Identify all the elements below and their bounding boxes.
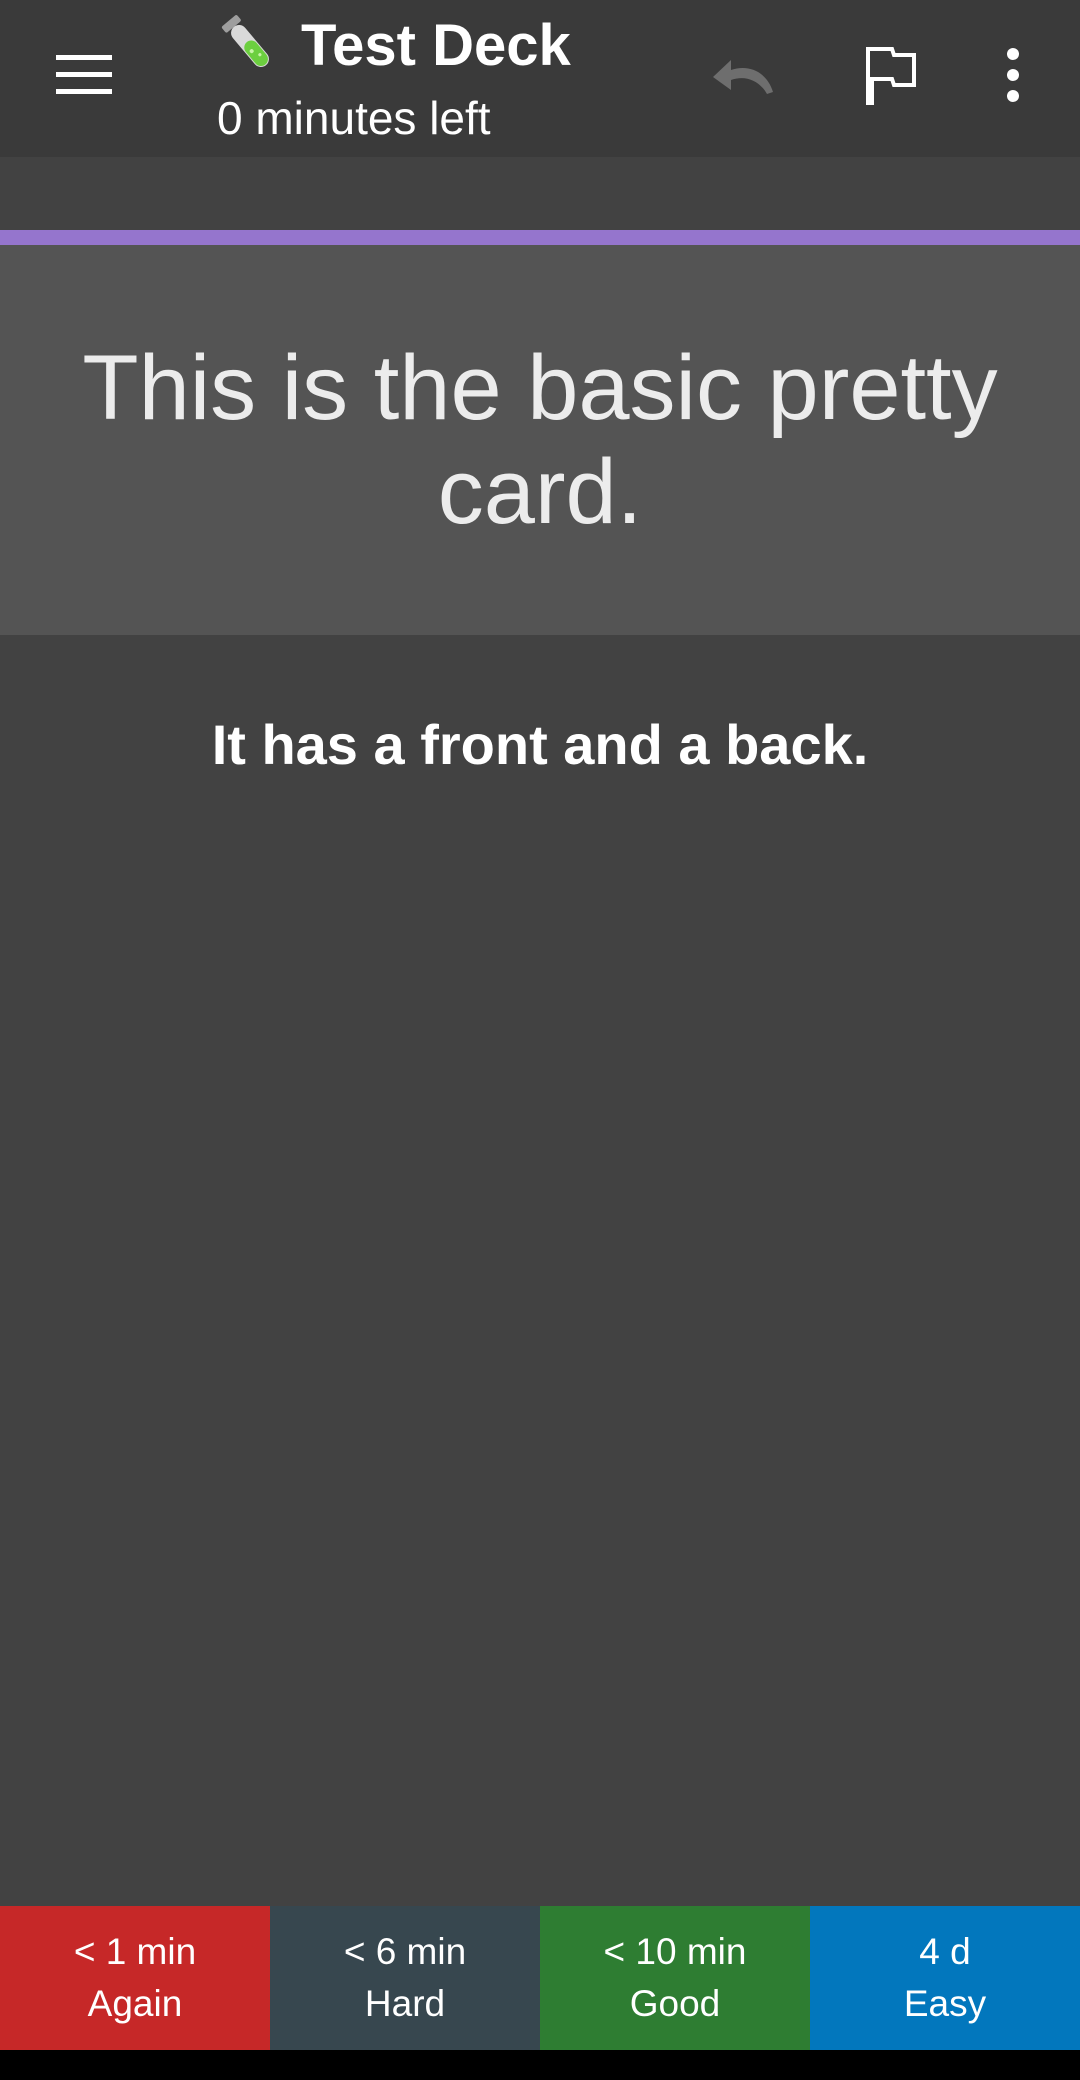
hard-button[interactable]: < 6 min Hard (270, 1906, 540, 2050)
more-options-button[interactable] (963, 30, 1063, 120)
more-vert-icon (1007, 48, 1019, 102)
easy-label: Easy (903, 1983, 987, 2024)
again-label: Again (87, 1983, 183, 2024)
answer-buttons: < 1 min Again < 6 min Hard < 10 min Good… (0, 1906, 1080, 2050)
easy-button[interactable]: 4 d Easy (810, 1906, 1080, 2050)
app-toolbar: Test Deck 0 minutes left (0, 0, 1080, 157)
again-interval: < 1 min (73, 1931, 197, 1972)
hard-label: Hard (364, 1983, 446, 2024)
hard-interval: < 6 min (343, 1931, 467, 1972)
again-button[interactable]: < 1 min Again (0, 1906, 270, 2050)
card-front-text: This is the basic pretty card. (82, 337, 998, 543)
system-navigation-bar (0, 2050, 1080, 2080)
deck-title-area: Test Deck 0 minutes left (215, 8, 675, 148)
card-front-panel: This is the basic pretty card. (0, 245, 1080, 635)
toolbar-spacer (0, 157, 1080, 230)
menu-button[interactable] (30, 30, 138, 120)
good-button[interactable]: < 10 min Good (540, 1906, 810, 2050)
undo-button[interactable] (694, 30, 794, 120)
easy-interval: 4 d (919, 1931, 971, 1972)
time-remaining: 0 minutes left (217, 92, 491, 144)
card-back-text: It has a front and a back. (211, 713, 869, 776)
good-label: Good (629, 1983, 721, 2024)
flag-icon (866, 47, 916, 105)
flag-button[interactable] (840, 30, 940, 120)
test-tube-icon (221, 15, 269, 68)
undo-icon (713, 60, 773, 94)
accent-divider (0, 230, 1080, 245)
hamburger-menu-icon (56, 55, 112, 94)
deck-title: Test Deck (301, 13, 571, 78)
good-interval: < 10 min (603, 1931, 747, 1972)
